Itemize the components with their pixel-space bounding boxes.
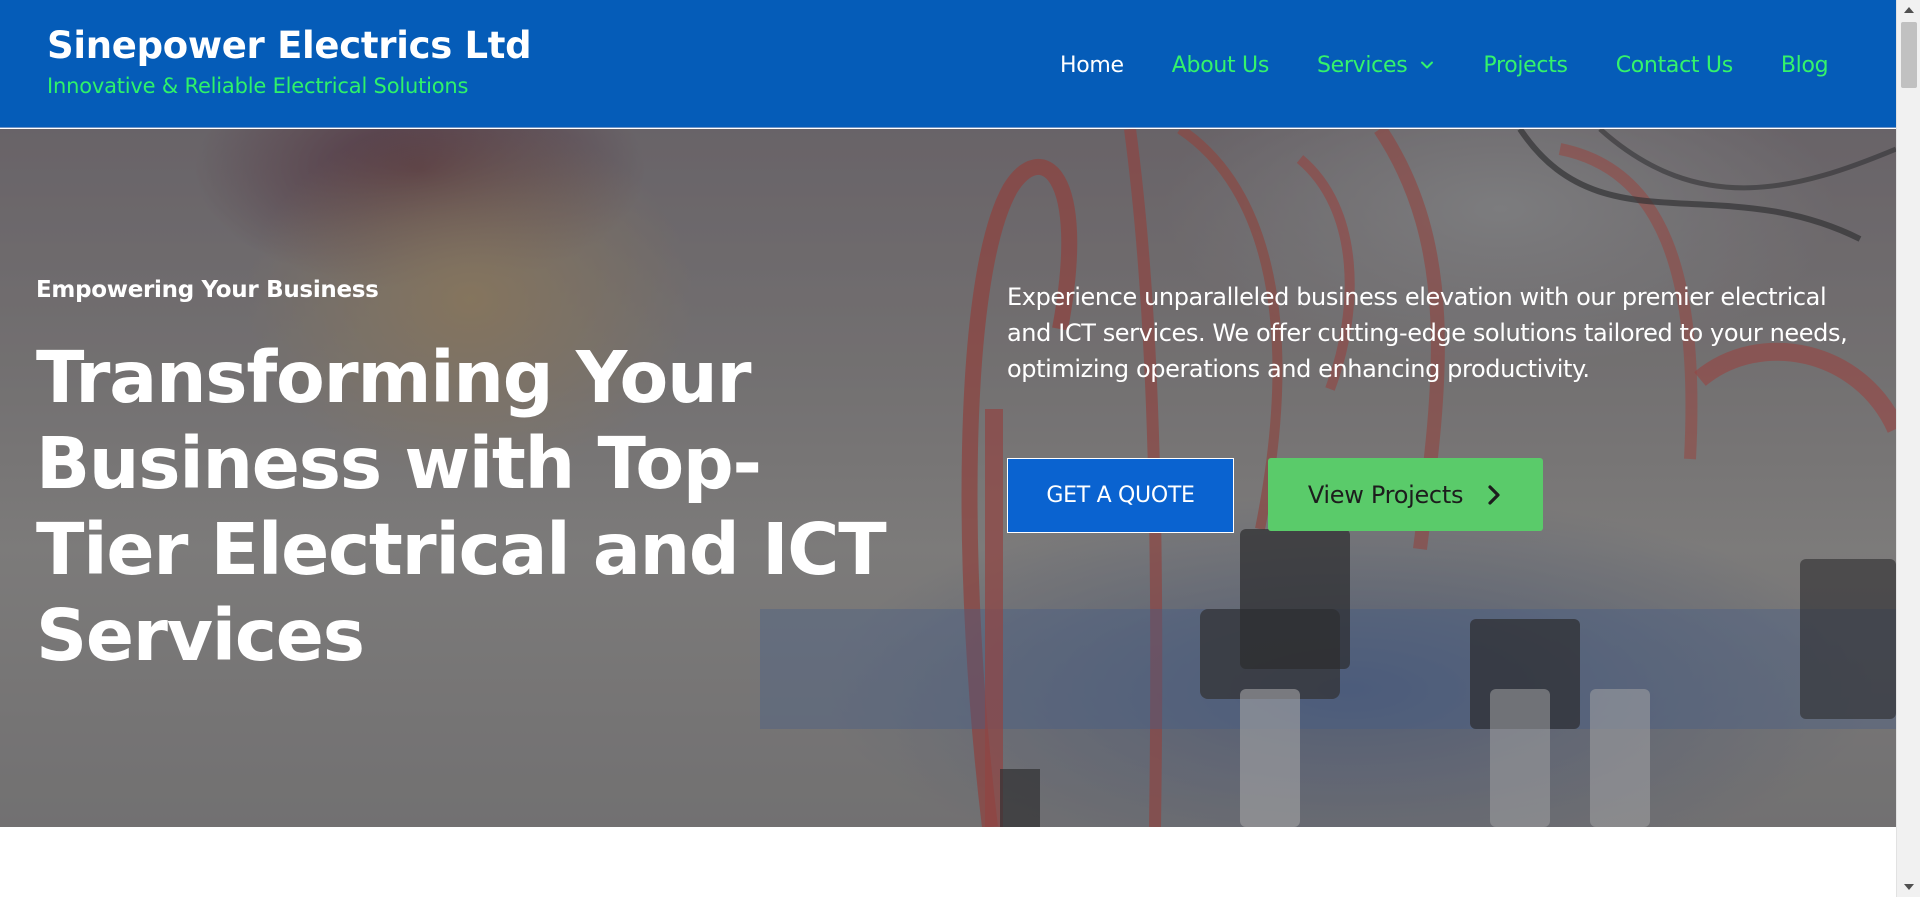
scroll-up-arrow-icon[interactable] [1897, 0, 1920, 20]
page-viewport: Sinepower Electrics Ltd Innovative & Rel… [0, 0, 1896, 897]
nav-contact-us-label: Contact Us [1615, 52, 1733, 78]
hero-eyebrow: Empowering Your Business [36, 277, 379, 303]
nav-home-label: Home [1060, 52, 1124, 78]
page-scrollbar[interactable] [1896, 0, 1920, 897]
nav-services-label: Services [1316, 52, 1408, 78]
chevron-right-icon [1488, 484, 1500, 505]
chevron-down-icon [1421, 61, 1434, 69]
nav-projects[interactable]: Projects [1483, 52, 1568, 78]
nav-about-us-label: About Us [1171, 52, 1270, 78]
nav-contact-us[interactable]: Contact Us [1616, 53, 1733, 78]
nav-about-us[interactable]: About Us [1171, 52, 1270, 78]
view-projects-label: View Projects [1307, 480, 1464, 509]
nav-projects-label: Projects [1483, 52, 1568, 78]
scrollbar-thumb[interactable] [1901, 22, 1917, 88]
nav-blog-label: Blog [1780, 52, 1829, 78]
main-nav: Home About Us Services Projects Contact … [1060, 49, 1829, 81]
brand-title[interactable]: Sinepower Electrics Ltd [47, 24, 532, 67]
nav-blog[interactable]: Blog [1780, 52, 1829, 78]
get-a-quote-label: GET A QUOTE [1046, 483, 1195, 508]
nav-home[interactable]: Home [1060, 53, 1124, 78]
get-a-quote-button[interactable]: GET A QUOTE [1007, 458, 1234, 533]
hero-description: Experience unparalleled business elevati… [1007, 283, 1848, 383]
nav-services[interactable]: Services [1317, 53, 1435, 78]
hero-headline: Transforming Your Business with Top-Tier… [36, 336, 887, 677]
view-projects-button[interactable]: View Projects [1268, 458, 1543, 531]
hero-section: Empowering Your Business Transforming Yo… [0, 129, 1896, 827]
brand-tagline: Innovative & Reliable Electrical Solutio… [47, 74, 469, 98]
site-header: Sinepower Electrics Ltd Innovative & Rel… [0, 0, 1896, 128]
scroll-down-arrow-icon[interactable] [1897, 877, 1920, 897]
